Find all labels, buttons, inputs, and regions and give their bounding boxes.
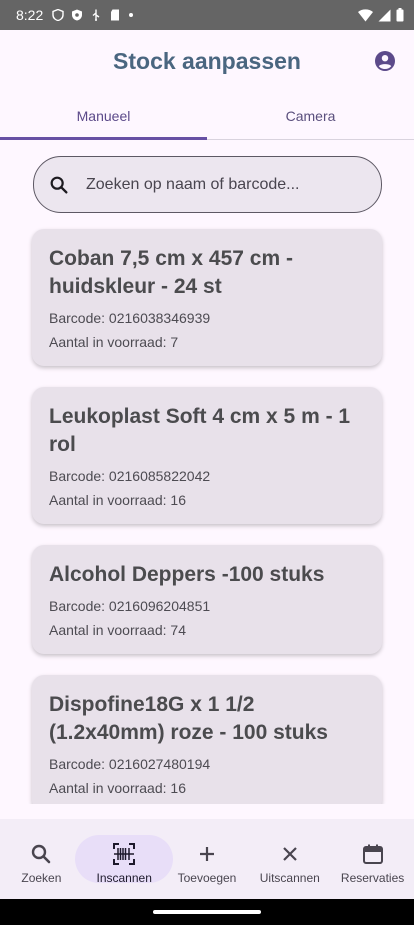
- sd-card-icon: [111, 9, 120, 21]
- product-stock: Aantal in voorraad: 16: [49, 780, 186, 796]
- product-name: Alcohol Deppers -100 stuks: [49, 563, 325, 586]
- nav-toevoegen[interactable]: Toevoegen: [166, 819, 249, 899]
- status-time: 8:22: [16, 7, 44, 23]
- close-icon: [283, 847, 297, 861]
- privacy-shield-icon: [72, 9, 83, 21]
- product-card[interactable]: Coban 7,5 cm x 457 cm - huidskleur - 24 …: [32, 229, 382, 366]
- product-stock: Aantal in voorraad: 16: [49, 492, 186, 508]
- shield-icon: [52, 9, 64, 21]
- product-barcode: Barcode: 0216038346939: [49, 310, 211, 326]
- app-bar: Stock aanpassen: [0, 30, 414, 92]
- product-barcode: Barcode: 0216096204851: [49, 598, 211, 614]
- product-barcode: Barcode: 0216027480194: [49, 756, 211, 772]
- nav-label: Zoeken: [21, 871, 62, 885]
- status-bar: 8:22: [0, 0, 414, 30]
- nav-uitscannen[interactable]: Uitscannen: [248, 819, 331, 899]
- account-icon[interactable]: [373, 49, 397, 73]
- product-card[interactable]: Alcohol Deppers -100 stuks Barcode: 0216…: [32, 545, 382, 654]
- product-name: Coban 7,5 cm x 457 cm - huidskleur - 24 …: [49, 247, 293, 298]
- nav-reservaties[interactable]: Reservaties: [331, 819, 414, 899]
- nav-label: Toevoegen: [177, 871, 237, 885]
- bottom-navigation: Zoeken Inscannen Toevoegen Uitscannen Re…: [0, 819, 414, 899]
- notification-dot-icon: [129, 13, 134, 17]
- product-stock: Aantal in voorraad: 74: [49, 622, 186, 638]
- tab-bar: Manueel Camera: [0, 92, 414, 140]
- tab-camera[interactable]: Camera: [207, 92, 414, 139]
- nav-label: Inscannen: [96, 871, 152, 885]
- search-icon: [50, 176, 68, 194]
- signal-icon: [378, 9, 391, 21]
- nav-inscannen[interactable]: Inscannen: [75, 819, 174, 899]
- tab-manueel[interactable]: Manueel: [0, 92, 207, 140]
- plus-icon: [199, 847, 214, 861]
- barcode-scan-icon: [113, 843, 136, 865]
- product-barcode: Barcode: 0216085822042: [49, 468, 211, 484]
- usb-icon: [92, 9, 100, 21]
- search-bar[interactable]: [33, 156, 382, 213]
- product-stock: Aantal in voorraad: 7: [49, 334, 179, 350]
- product-list[interactable]: Coban 7,5 cm x 457 cm - huidskleur - 24 …: [0, 213, 414, 804]
- calendar-icon: [362, 844, 383, 864]
- search-icon: [32, 844, 51, 864]
- product-name: Dispofine18G x 1 1/2 (1.2x40mm) roze - 1…: [49, 693, 328, 744]
- home-handle[interactable]: [153, 910, 261, 914]
- wifi-icon: [358, 8, 373, 21]
- product-card[interactable]: Leukoplast Soft 4 cm x 5 m - 1 rol Barco…: [32, 387, 382, 524]
- search-input[interactable]: [86, 175, 346, 194]
- nav-label: Uitscannen: [259, 871, 320, 885]
- product-card[interactable]: Dispofine18G x 1 1/2 (1.2x40mm) roze - 1…: [32, 675, 382, 804]
- nav-label: Reservaties: [340, 871, 405, 885]
- page-title: Stock aanpassen: [113, 47, 301, 74]
- product-name: Leukoplast Soft 4 cm x 5 m - 1 rol: [49, 405, 351, 456]
- gesture-bar: [0, 899, 414, 925]
- nav-zoeken[interactable]: Zoeken: [0, 819, 83, 899]
- battery-icon: [396, 8, 404, 22]
